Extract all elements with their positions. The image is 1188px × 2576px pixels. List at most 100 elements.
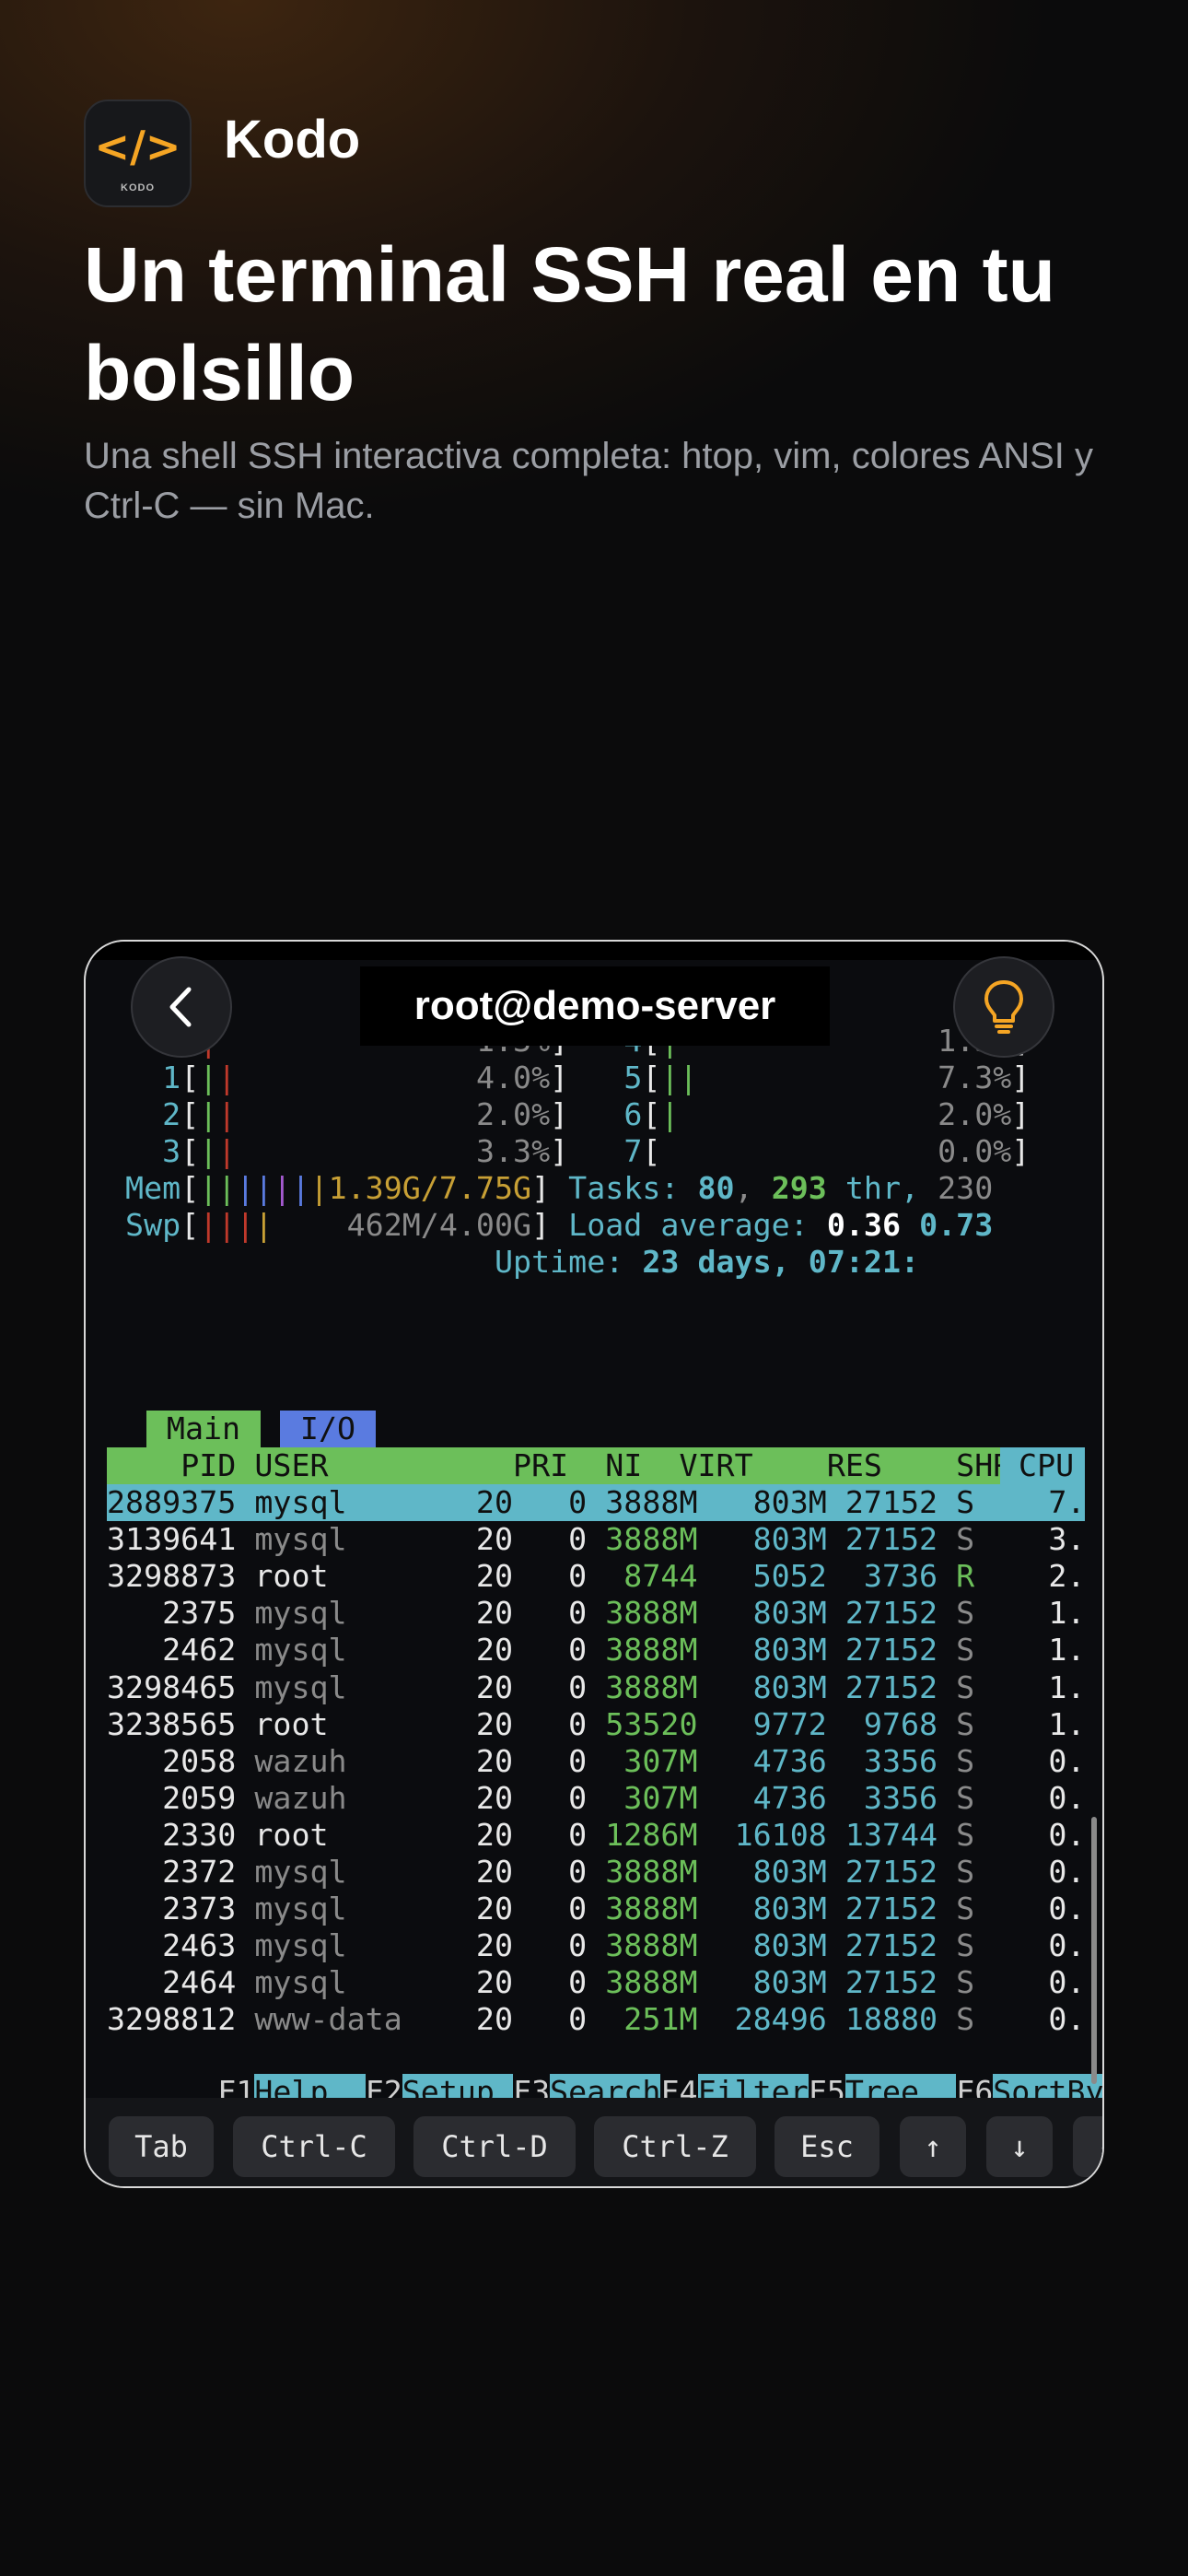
process-table-header[interactable]: PID USER PRI NI VIRT RES SHR S CPU xyxy=(107,1447,1085,1484)
cell-ni: 0 xyxy=(513,1927,588,1964)
cell-cpu: 0. xyxy=(1048,1742,1086,1779)
cell-ni: 0 xyxy=(513,1484,588,1520)
cell-state: S xyxy=(956,1669,975,1705)
process-row[interactable]: 2372 mysql 20 0 3888M 803M 27152 S 0. xyxy=(107,1854,1085,1891)
cell-state: R xyxy=(956,1558,975,1595)
cell-ni: 0 xyxy=(513,1558,588,1595)
cell-user: mysql xyxy=(254,1964,402,2001)
process-row[interactable]: 2330 root 20 0 1286M 16108 13744 S 0. xyxy=(107,1817,1085,1854)
cell-state: S xyxy=(956,2001,975,2038)
cell-pid: 2464 xyxy=(107,1964,237,2001)
terminal[interactable]: 0[| 1.3%] 4[| 1.3%] 1[|| 4.0%] 5[|| 7.3%… xyxy=(107,942,1102,2111)
cell-res: 803M xyxy=(716,1632,827,1669)
process-row[interactable]: 2463 mysql 20 0 3888M 803M 27152 S 0. xyxy=(107,1927,1085,1964)
cell-pri: 20 xyxy=(402,1927,514,1964)
cell-pid: 3298465 xyxy=(107,1669,237,1705)
cell-user: mysql xyxy=(254,1891,402,1927)
cell-shr: 3356 xyxy=(844,1779,938,1816)
cell-shr: 27152 xyxy=(844,1521,938,1558)
tab-io[interactable]: I/O xyxy=(280,1411,376,1447)
cell-cpu: 0. xyxy=(1048,1891,1086,1927)
cell-shr: 3736 xyxy=(844,1558,938,1595)
cell-pid: 3298812 xyxy=(107,2001,237,2038)
cell-virt: 53520 xyxy=(605,1705,698,1742)
cell-user: mysql xyxy=(254,1521,402,1558)
cell-pid: 3238565 xyxy=(107,1705,237,1742)
cell-ni: 0 xyxy=(513,1891,588,1927)
cell-res: 803M xyxy=(716,1484,827,1520)
process-row-selected[interactable]: 2889375 mysql 20 0 3888M 803M 27152 S 7. xyxy=(107,1484,1085,1521)
cell-virt: 3888M xyxy=(605,1595,698,1632)
cell-user: root xyxy=(254,1816,402,1853)
cell-user: wazuh xyxy=(254,1742,402,1779)
tab-main[interactable]: Main xyxy=(146,1411,261,1447)
process-row[interactable]: 2375 mysql 20 0 3888M 803M 27152 S 1. xyxy=(107,1595,1085,1632)
cpu-row-1: 1[|| 4.0%] 5[|| 7.3%] xyxy=(162,1060,1031,1095)
cell-pid: 3139641 xyxy=(107,1521,237,1558)
cell-pid: 2463 xyxy=(107,1927,237,1964)
key-arrow-left[interactable]: ‹ xyxy=(1073,2116,1102,2177)
cell-pri: 20 xyxy=(402,1816,514,1853)
cell-user: root xyxy=(254,1705,402,1742)
app-name: Kodo xyxy=(224,110,361,170)
cell-pid: 2058 xyxy=(107,1742,237,1779)
cell-cpu: 7. xyxy=(1048,1484,1086,1520)
cpu-row-2: 2[|| 2.0%] 6[| 2.0%] xyxy=(162,1096,1031,1132)
process-row[interactable]: 2059 wazuh 20 0 307M 4736 3356 S 0. xyxy=(107,1780,1085,1817)
process-row[interactable]: 3298465 mysql 20 0 3888M 803M 27152 S 1. xyxy=(107,1669,1085,1706)
process-row[interactable]: 2462 mysql 20 0 3888M 803M 27152 S 1. xyxy=(107,1632,1085,1669)
cell-virt: 3888M xyxy=(605,1891,698,1927)
shortcut-key-bar: Tab Ctrl-C Ctrl-D Ctrl-Z Esc ↑ ↓ ‹ xyxy=(86,2098,1102,2186)
cell-cpu: 3. xyxy=(1048,1521,1086,1558)
cell-res: 803M xyxy=(716,1595,827,1632)
cell-pid: 2375 xyxy=(107,1595,237,1632)
cell-pid: 2059 xyxy=(107,1779,237,1816)
cell-pri: 20 xyxy=(402,1669,514,1705)
cell-user: mysql xyxy=(254,1595,402,1632)
cell-state: S xyxy=(956,1816,975,1853)
cell-pid: 3298873 xyxy=(107,1558,237,1595)
scrollbar[interactable] xyxy=(1091,1817,1097,2084)
cell-cpu: 0. xyxy=(1048,1964,1086,2001)
key-ctrl-d[interactable]: Ctrl-D xyxy=(413,2116,576,2177)
cell-shr: 3356 xyxy=(844,1742,938,1779)
cell-ni: 0 xyxy=(513,1742,588,1779)
cell-pid: 2889375 xyxy=(107,1484,237,1520)
process-row[interactable]: 2373 mysql 20 0 3888M 803M 27152 S 0. xyxy=(107,1891,1085,1927)
mem-row: Mem[|||||||1.39G/7.75G] Tasks: 80, 293 t… xyxy=(125,1170,994,1206)
key-ctrl-c[interactable]: Ctrl-C xyxy=(233,2116,395,2177)
cell-ni: 0 xyxy=(513,1816,588,1853)
cell-cpu: 0. xyxy=(1048,1854,1086,1890)
process-row[interactable]: 2058 wazuh 20 0 307M 4736 3356 S 0. xyxy=(107,1743,1085,1780)
key-esc[interactable]: Esc xyxy=(775,2116,879,2177)
process-row[interactable]: 2464 mysql 20 0 3888M 803M 27152 S 0. xyxy=(107,1964,1085,2001)
cell-state: S xyxy=(956,1705,975,1742)
cell-res: 4736 xyxy=(716,1742,827,1779)
key-ctrl-z[interactable]: Ctrl-Z xyxy=(594,2116,756,2177)
back-button[interactable] xyxy=(131,956,232,1058)
cell-virt: 3888M xyxy=(605,1484,698,1520)
key-tab[interactable]: Tab xyxy=(109,2116,214,2177)
cell-state: S xyxy=(956,1927,975,1964)
cell-shr: 9768 xyxy=(844,1705,938,1742)
process-row[interactable]: 3298873 root 20 0 8744 5052 3736 R 2. xyxy=(107,1558,1085,1595)
session-title: root@demo-server xyxy=(360,966,830,1046)
cell-pri: 20 xyxy=(402,1632,514,1669)
cell-virt: 307M xyxy=(605,1742,698,1779)
cell-virt: 3888M xyxy=(605,1854,698,1890)
key-arrow-up[interactable]: ↑ xyxy=(900,2116,966,2177)
cell-pri: 20 xyxy=(402,1521,514,1558)
process-row[interactable]: 3238565 root 20 0 53520 9772 9768 S 1. xyxy=(107,1706,1085,1743)
process-row[interactable]: 3139641 mysql 20 0 3888M 803M 27152 S 3. xyxy=(107,1521,1085,1558)
tips-button[interactable] xyxy=(953,956,1054,1058)
cell-res: 803M xyxy=(716,1521,827,1558)
lightbulb-icon xyxy=(984,980,1023,1034)
cell-cpu: 0. xyxy=(1048,1816,1086,1853)
cell-virt: 3888M xyxy=(605,1632,698,1669)
cell-state: S xyxy=(956,1484,975,1520)
cell-res: 16108 xyxy=(716,1816,827,1853)
cell-user: mysql xyxy=(254,1927,402,1964)
key-arrow-down[interactable]: ↓ xyxy=(986,2116,1053,2177)
cell-cpu: 1. xyxy=(1048,1669,1086,1705)
process-row[interactable]: 3298812 www-data 20 0 251M 28496 18880 S… xyxy=(107,2001,1085,2038)
